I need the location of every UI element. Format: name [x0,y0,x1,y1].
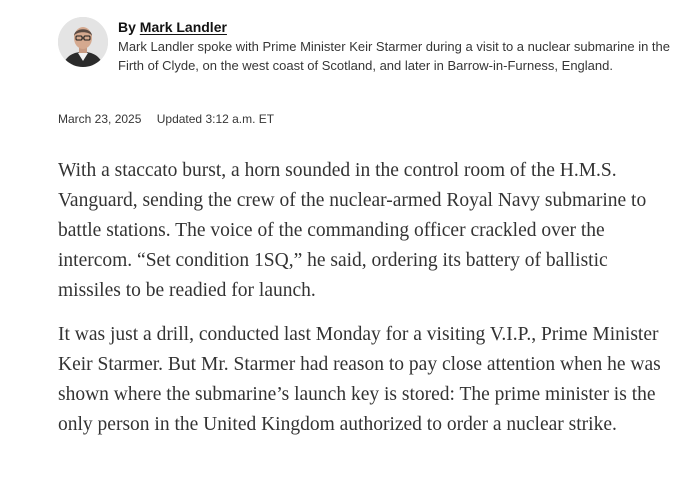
author-avatar[interactable] [58,17,108,67]
updated-timestamp: Updated 3:12 a.m. ET [156,112,275,126]
article-body: With a staccato burst, a horn sounded in… [58,156,668,454]
byline: By Mark Landler [118,18,678,36]
article-paragraph: It was just a drill, conducted last Mond… [58,324,661,435]
author-photo-icon [58,17,108,67]
article-paragraph: With a staccato burst, a horn sounded in… [58,160,647,301]
byline-prefix: By [118,19,136,35]
author-bio: Mark Landler spoke with Prime Minister K… [118,39,671,73]
article-dates: March 23, 2025 Updated 3:12 a.m. ET [58,111,274,127]
byline-block: By Mark Landler Mark Landler spoke with … [58,14,678,75]
author-link[interactable]: Mark Landler [140,19,227,35]
byline-text: By Mark Landler Mark Landler spoke with … [118,14,678,75]
published-date: March 23, 2025 [58,112,142,126]
